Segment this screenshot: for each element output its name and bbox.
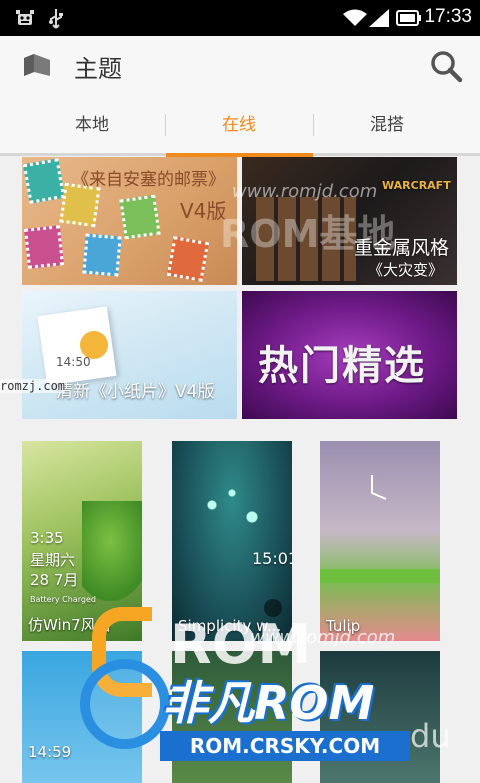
- win7-battery: Battery Charged: [30, 595, 96, 604]
- stamp-image: [22, 158, 66, 204]
- feifan-rom-logo: ROM 非凡ROM ROM.CRSKY.COM du: [70, 607, 470, 783]
- win7-weekday: 星期六: [30, 551, 76, 569]
- side-watermark: romzj.com: [0, 379, 66, 393]
- feifan-rom-text: 非凡ROM: [162, 676, 375, 730]
- wifi-icon: [343, 9, 367, 26]
- page-title: 主题: [74, 55, 122, 83]
- win7-clock: 3:35: [30, 529, 64, 547]
- du-watermark: du: [410, 717, 451, 755]
- rom-jidi-watermark: ROM基地: [220, 212, 396, 256]
- tab-online[interactable]: 在线: [166, 94, 312, 156]
- game-logo: WARCRAFT: [382, 179, 451, 192]
- battery-icon: [396, 10, 421, 26]
- stamp-image: [166, 236, 210, 282]
- banner-stamps[interactable]: 《来自安塞的邮票》 V4版: [22, 157, 237, 285]
- banner-paper[interactable]: 14:50 清新《小纸片》V4版: [22, 291, 237, 419]
- stamp-image: [24, 225, 64, 269]
- row2-clock: 14:59: [28, 743, 72, 761]
- clock: 17:33: [424, 6, 472, 27]
- action-bar: 主题: [0, 36, 480, 94]
- water-drops-image: [182, 481, 282, 541]
- paper-clock: 14:50: [56, 355, 91, 369]
- tab-local[interactable]: 本地: [19, 94, 165, 156]
- stamp-image: [82, 233, 122, 277]
- tab-mix[interactable]: 混搭: [314, 94, 460, 156]
- grass-strip: [320, 569, 440, 583]
- banner-stamps-title: 《来自安塞的邮票》: [72, 170, 225, 190]
- search-icon[interactable]: [428, 48, 464, 84]
- feifan-circle: [80, 659, 170, 749]
- site-watermark: www.romjd.com: [232, 181, 378, 202]
- simplicity-clock: 15:01: [252, 549, 292, 568]
- android-debug-icon: [16, 10, 34, 25]
- online-theme-list[interactable]: 《来自安塞的邮票》 V4版 WARCRAFT 重金属风格 《大灾变》 14:50…: [0, 157, 480, 783]
- signal-icon: [369, 9, 389, 27]
- banner-hot-picks[interactable]: 热门精选: [242, 291, 457, 419]
- win7-date: 28 7月: [30, 571, 79, 589]
- status-bar: 17:33: [0, 0, 480, 36]
- banner-metal-subtitle: 《大灾变》: [368, 261, 444, 279]
- banner-hot-title: 热门精选: [258, 343, 426, 389]
- screen: 17:33 主题 本地 在线 混搭 《来自安塞的邮票》 V4版 WARCRAFT…: [0, 0, 480, 783]
- theme-folder-icon[interactable]: [22, 52, 52, 78]
- banner-paper-title: 清新《小纸片》V4版: [56, 382, 215, 402]
- crsky-url: ROM.CRSKY.COM: [160, 731, 410, 761]
- leaf-image: [82, 501, 142, 601]
- usb-icon: [49, 9, 63, 29]
- analog-clock-icon: [371, 475, 387, 500]
- tab-bar: 本地 在线 混搭: [0, 94, 480, 157]
- stamp-image: [119, 194, 161, 240]
